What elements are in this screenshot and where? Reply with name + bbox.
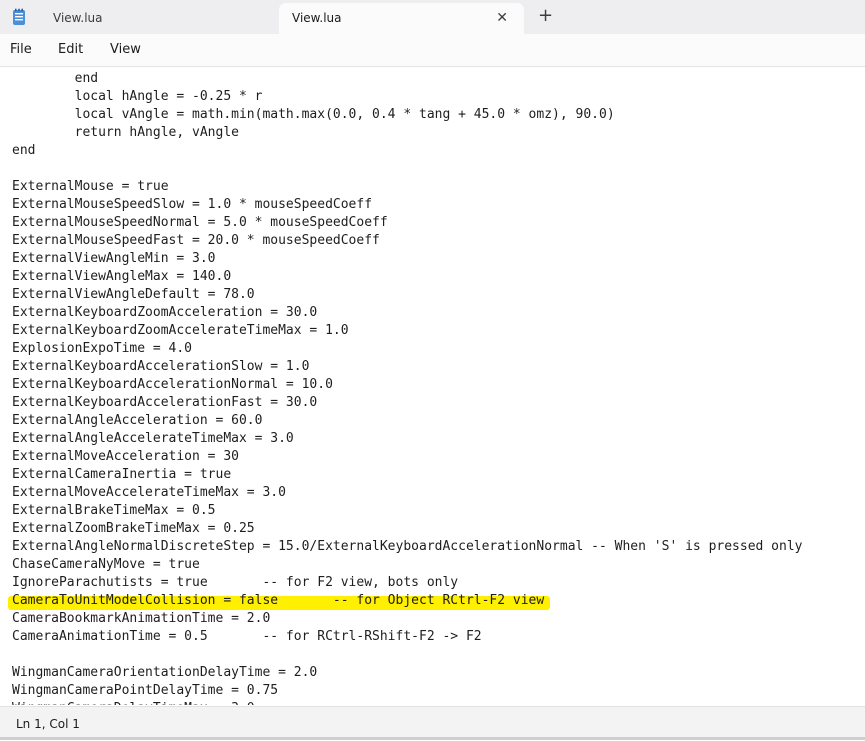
code-line: ExternalKeyboardZoomAcceleration = 30.0: [12, 305, 318, 320]
code-line: ExternalAngleAcceleration = 60.0: [12, 413, 263, 428]
code-line: WingmanCameraPointDelayTime = 0.75: [12, 683, 279, 698]
code-line: ExternalMouseSpeedFast = 20.0 * mouseSpe…: [12, 233, 380, 248]
code-line: return hAngle, vAngle: [12, 125, 239, 140]
code-line: end: [12, 71, 99, 86]
code-line: ExternalKeyboardAccelerationFast = 30.0: [12, 395, 318, 410]
code-line: ExternalMouseSpeedSlow = 1.0 * mouseSpee…: [12, 197, 373, 212]
code-line: ExternalMouse = true: [12, 179, 169, 194]
close-icon[interactable]: ✕: [496, 3, 508, 34]
code-line: ExternalMoveAcceleration = 30: [12, 449, 239, 464]
highlighted-code-line: CameraToUnitModelCollision = false -- fo…: [8, 592, 803, 610]
text-editor[interactable]: end local hAngle = -0.25 * r local vAngl…: [0, 67, 865, 705]
menu-edit[interactable]: Edit: [58, 34, 83, 66]
highlighted-text: CameraToUnitModelCollision = false -- fo…: [12, 593, 545, 608]
tab-view-lua-2[interactable]: View.lua ✕: [279, 3, 524, 34]
code-line: CameraBookmarkAnimationTime = 2.0: [12, 611, 271, 626]
code-line: end: [12, 143, 36, 158]
code-line: ExternalKeyboardAccelerationSlow = 1.0: [12, 359, 310, 374]
status-bar: Ln 1, Col 1: [0, 706, 865, 740]
code-line: CameraAnimationTime = 0.5 -- for RCtrl-R…: [12, 629, 482, 644]
code-line: WingmanCameraOrientationDelayTime = 2.0: [12, 665, 318, 680]
code-line: ExternalBrakeTimeMax = 0.5: [12, 503, 216, 518]
code-line: ExternalMouseSpeedNormal = 5.0 * mouseSp…: [12, 215, 388, 230]
menu-bar: File Edit View: [0, 34, 865, 67]
title-bar: View.lua View.lua ✕ +: [0, 0, 865, 34]
code-line: ExternalViewAngleMax = 140.0: [12, 269, 232, 284]
code-line: ExternalAngleNormalDiscreteStep = 15.0/E…: [12, 539, 803, 554]
code-line: ExternalZoomBrakeTimeMax = 0.25: [12, 521, 255, 536]
code-line: IgnoreParachutists = true -- for F2 view…: [12, 575, 459, 590]
code-line: ExternalAngleAccelerateTimeMax = 3.0: [12, 431, 294, 446]
code-content[interactable]: end local hAngle = -0.25 * r local vAngl…: [8, 70, 803, 705]
menu-file[interactable]: File: [10, 34, 32, 66]
menu-view[interactable]: View: [110, 34, 141, 66]
cursor-position: Ln 1, Col 1: [16, 717, 80, 731]
code-line: ExplosionExpoTime = 4.0: [12, 341, 193, 356]
tab-view-lua-1[interactable]: View.lua: [40, 3, 280, 34]
code-line: local vAngle = math.min(math.max(0.0, 0.…: [12, 107, 615, 122]
code-line: ExternalCameraInertia = true: [12, 467, 232, 482]
tab-label: View.lua: [53, 11, 103, 25]
code-line: ExternalKeyboardAccelerationNormal = 10.…: [12, 377, 333, 392]
code-line: ExternalViewAngleDefault = 78.0: [12, 287, 255, 302]
code-line: local hAngle = -0.25 * r: [12, 89, 263, 104]
code-line: WingmanCameraDelayTimeMax = 3.0: [12, 700, 803, 705]
code-line: ExternalMoveAccelerateTimeMax = 3.0: [12, 485, 286, 500]
notepad-app-icon: [13, 8, 25, 25]
code-line: ExternalKeyboardZoomAccelerateTimeMax = …: [12, 323, 349, 338]
new-tab-button[interactable]: +: [538, 5, 553, 26]
code-line: ExternalViewAngleMin = 3.0: [12, 251, 216, 266]
tab-label: View.lua: [292, 11, 342, 25]
code-line: ChaseCameraNyMove = true: [12, 557, 200, 572]
